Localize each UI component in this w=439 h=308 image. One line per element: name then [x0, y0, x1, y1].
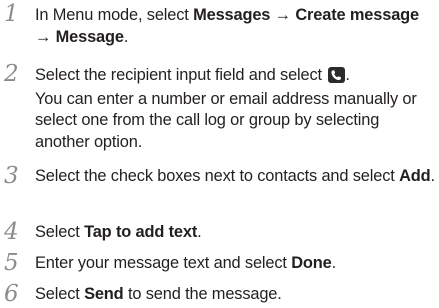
menu-messages-label: Messages [193, 6, 271, 24]
step-text: Select the check boxes next to contacts … [35, 167, 435, 185]
send-label: Send [84, 285, 124, 303]
message-label: Message [55, 27, 124, 46]
add-label: Add [399, 167, 431, 185]
step-number: 3 [4, 163, 19, 189]
step-text: Enter your message text and select Done. [35, 254, 337, 272]
step-number: 6 [4, 281, 19, 307]
done-label: Done [291, 254, 332, 272]
tap-to-add-text-label: Tap to add text [84, 223, 198, 241]
step-number: 5 [4, 250, 19, 276]
step-number: 1 [4, 1, 19, 27]
step-text: In Menu mode, select Messages → Create m… [35, 6, 419, 46]
step-text: Select the recipient input field and sel… [35, 65, 437, 153]
step-note: You can enter a number or email address … [35, 89, 417, 151]
step-text: Select Tap to add text. [35, 223, 202, 241]
step-number: 2 [4, 61, 19, 87]
step-text: Select Send to send the message. [35, 285, 282, 303]
create-message-label: Create message [295, 6, 419, 24]
phone-book-icon [328, 67, 346, 83]
step-number: 4 [4, 219, 19, 245]
